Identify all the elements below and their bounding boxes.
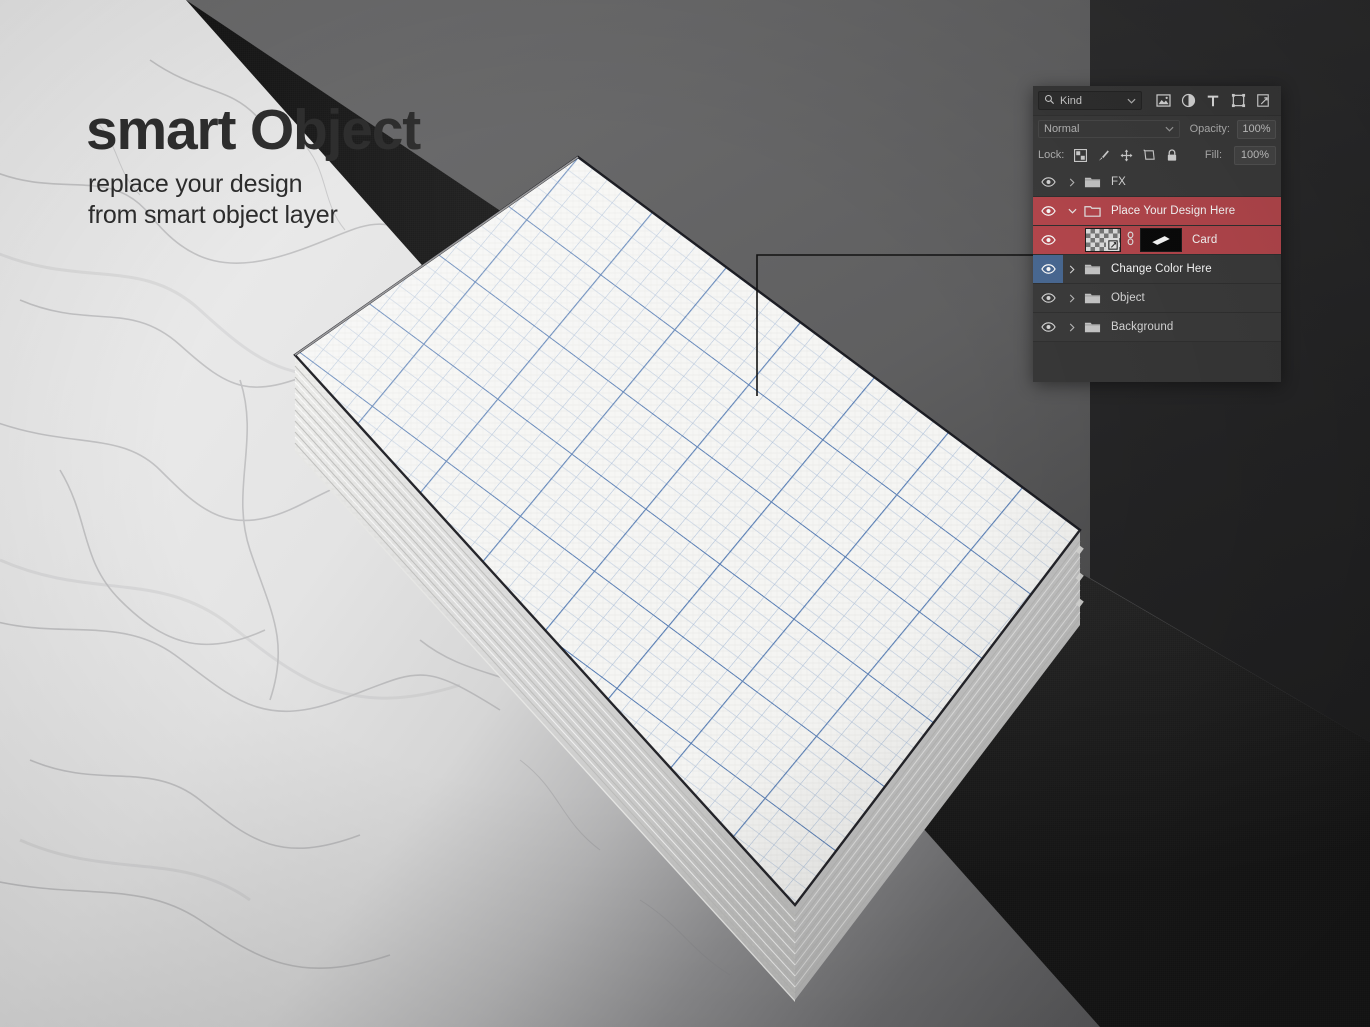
vignette-overlay — [0, 0, 1370, 1027]
mockup-scene: Kind — [0, 0, 1370, 1027]
